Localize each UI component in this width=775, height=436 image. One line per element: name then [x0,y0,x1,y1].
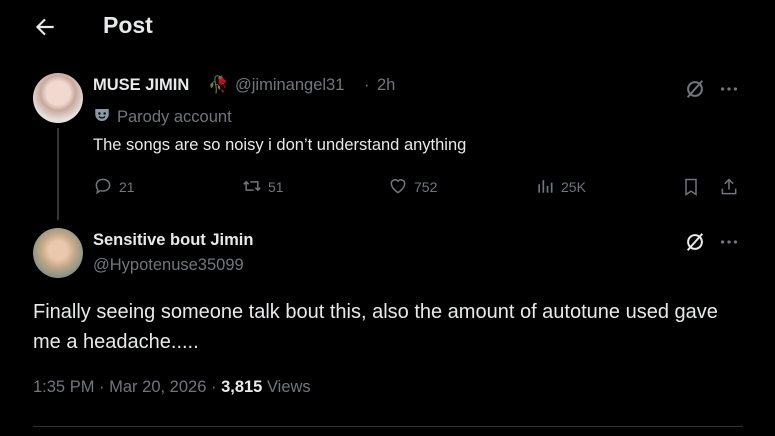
heart-icon [388,176,408,199]
post-time[interactable]: 2h [377,76,395,95]
parent-post-text: The songs are so noisy i don’t understan… [93,136,467,154]
post-time[interactable]: 1:35 PM [33,378,94,396]
name-emoji: 🥀 [208,76,229,94]
like-button[interactable]: 752 [388,176,437,198]
divider [33,426,743,427]
views-button[interactable]: 25K [535,176,586,198]
author-handle[interactable]: @jiminangel31 [235,76,344,95]
repost-button[interactable]: 51 [242,176,284,198]
repost-icon [242,176,262,199]
view-count: 3,815 [221,378,263,396]
thread-connector-line [57,128,59,220]
bookmark-icon[interactable] [680,176,702,198]
reply-icon [93,176,113,199]
post-metadata: 1:35 PM · Mar 20, 2026 · 3,815 Views [33,378,311,397]
more-options-icon[interactable] [717,230,741,254]
views-label: Views [266,378,311,396]
grok-icon[interactable] [683,230,707,254]
view-count: 25K [561,179,586,195]
repost-count: 51 [268,179,284,195]
theater-mask-icon [93,106,111,129]
like-count: 752 [414,179,438,195]
author-name[interactable]: Sensitive bout Jimin [93,231,253,250]
separator-dot: · [364,76,370,94]
page-title: Post [103,12,153,38]
parody-label: Parody account [117,107,232,126]
grok-icon[interactable] [683,77,707,101]
reply-count: 21 [119,179,135,195]
post-date[interactable]: Mar 20, 2026 [109,378,206,396]
reply-button[interactable]: 21 [93,176,135,198]
parody-account-badge: Parody account [93,106,232,128]
author-handle[interactable]: @Hypotenuse35099 [93,256,244,275]
separator-dot: · [210,378,217,396]
bar-chart-icon [535,176,555,199]
separator-dot: · [99,378,105,396]
avatar[interactable] [33,73,83,123]
avatar[interactable] [33,228,83,278]
arrow-left-icon[interactable] [32,14,58,40]
top-bar: Post [0,0,775,53]
more-options-icon[interactable] [717,77,741,101]
author-name[interactable]: MUSE JIMIN [93,76,189,95]
share-icon[interactable] [718,176,740,198]
reply-post-text: Finally seeing someone talk bout this, a… [33,301,718,353]
